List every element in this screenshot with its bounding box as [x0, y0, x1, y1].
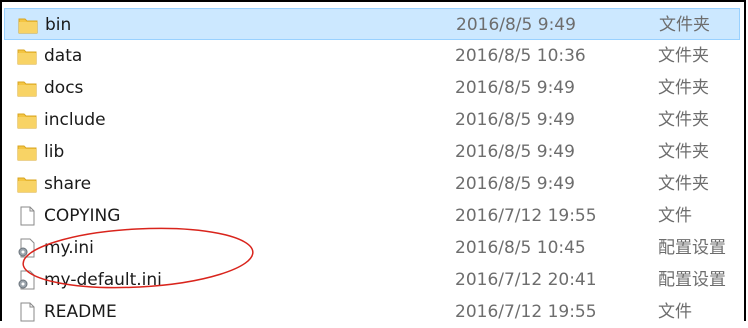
file-row-bin[interactable]: bin 2016/8/5 9:49 文件夹: [4, 8, 740, 40]
file-row-copying[interactable]: COPYING 2016/7/12 19:55 文件: [4, 200, 748, 232]
folder-icon: [17, 145, 37, 161]
file-date: 2016/8/5 9:49: [455, 142, 575, 162]
file-date: 2016/8/5 10:45: [455, 238, 586, 258]
file-row-docs[interactable]: docs 2016/8/5 9:49 文件夹: [4, 72, 748, 104]
file-name: bin: [45, 15, 72, 35]
file-type: 文件夹: [658, 142, 709, 162]
file-type: 文件夹: [659, 15, 710, 35]
explorer-file-list-frame: bin 2016/8/5 9:49 文件夹 data 2016/8/5 10:3…: [0, 0, 746, 322]
folder-icon: [17, 49, 37, 65]
file-row-lib[interactable]: lib 2016/8/5 9:49 文件夹: [4, 136, 748, 168]
file-date: 2016/7/12 20:41: [455, 270, 597, 290]
file-name: my.ini: [44, 238, 94, 258]
file-list: bin 2016/8/5 9:49 文件夹 data 2016/8/5 10:3…: [4, 8, 748, 328]
file-row-my-default-ini[interactable]: my-default.ini 2016/7/12 20:41 配置设置: [4, 264, 748, 296]
file-type: 文件夹: [658, 46, 709, 66]
file-date: 2016/7/12 19:55: [455, 302, 597, 322]
file-date: 2016/8/5 10:36: [455, 46, 586, 66]
settings-file-icon: [18, 270, 35, 290]
file-name: COPYING: [44, 206, 121, 226]
file-date: 2016/8/5 9:49: [455, 78, 575, 98]
file-type: 文件夹: [658, 78, 709, 98]
file-name: share: [44, 174, 92, 194]
folder-icon: [17, 113, 37, 129]
file-row-my-ini[interactable]: my.ini 2016/8/5 10:45 配置设置: [4, 232, 748, 264]
file-name: data: [44, 46, 83, 66]
file-icon: [20, 302, 35, 322]
file-date: 2016/8/5 9:49: [455, 110, 575, 130]
file-type: 配置设置: [658, 270, 726, 290]
file-name: include: [44, 110, 106, 130]
file-name: README: [44, 302, 117, 322]
settings-file-icon: [18, 238, 35, 258]
file-date: 2016/8/5 9:49: [455, 174, 575, 194]
file-type: 文件: [658, 302, 692, 322]
folder-icon: [17, 81, 37, 97]
file-icon: [20, 206, 35, 226]
file-type: 文件: [658, 206, 692, 226]
file-date: 2016/8/5 9:49: [456, 15, 576, 35]
file-row-include[interactable]: include 2016/8/5 9:49 文件夹: [4, 104, 748, 136]
folder-icon: [17, 177, 37, 193]
file-date: 2016/7/12 19:55: [455, 206, 597, 226]
file-row-data[interactable]: data 2016/8/5 10:36 文件夹: [4, 40, 748, 72]
file-name: lib: [44, 142, 65, 162]
file-type: 文件夹: [658, 110, 709, 130]
file-type: 文件夹: [658, 174, 709, 194]
folder-icon: [18, 18, 38, 34]
file-name: my-default.ini: [44, 270, 162, 290]
file-name: docs: [44, 78, 84, 98]
file-row-readme[interactable]: README 2016/7/12 19:55 文件: [4, 296, 748, 328]
file-type: 配置设置: [658, 238, 726, 258]
file-row-share[interactable]: share 2016/8/5 9:49 文件夹: [4, 168, 748, 200]
